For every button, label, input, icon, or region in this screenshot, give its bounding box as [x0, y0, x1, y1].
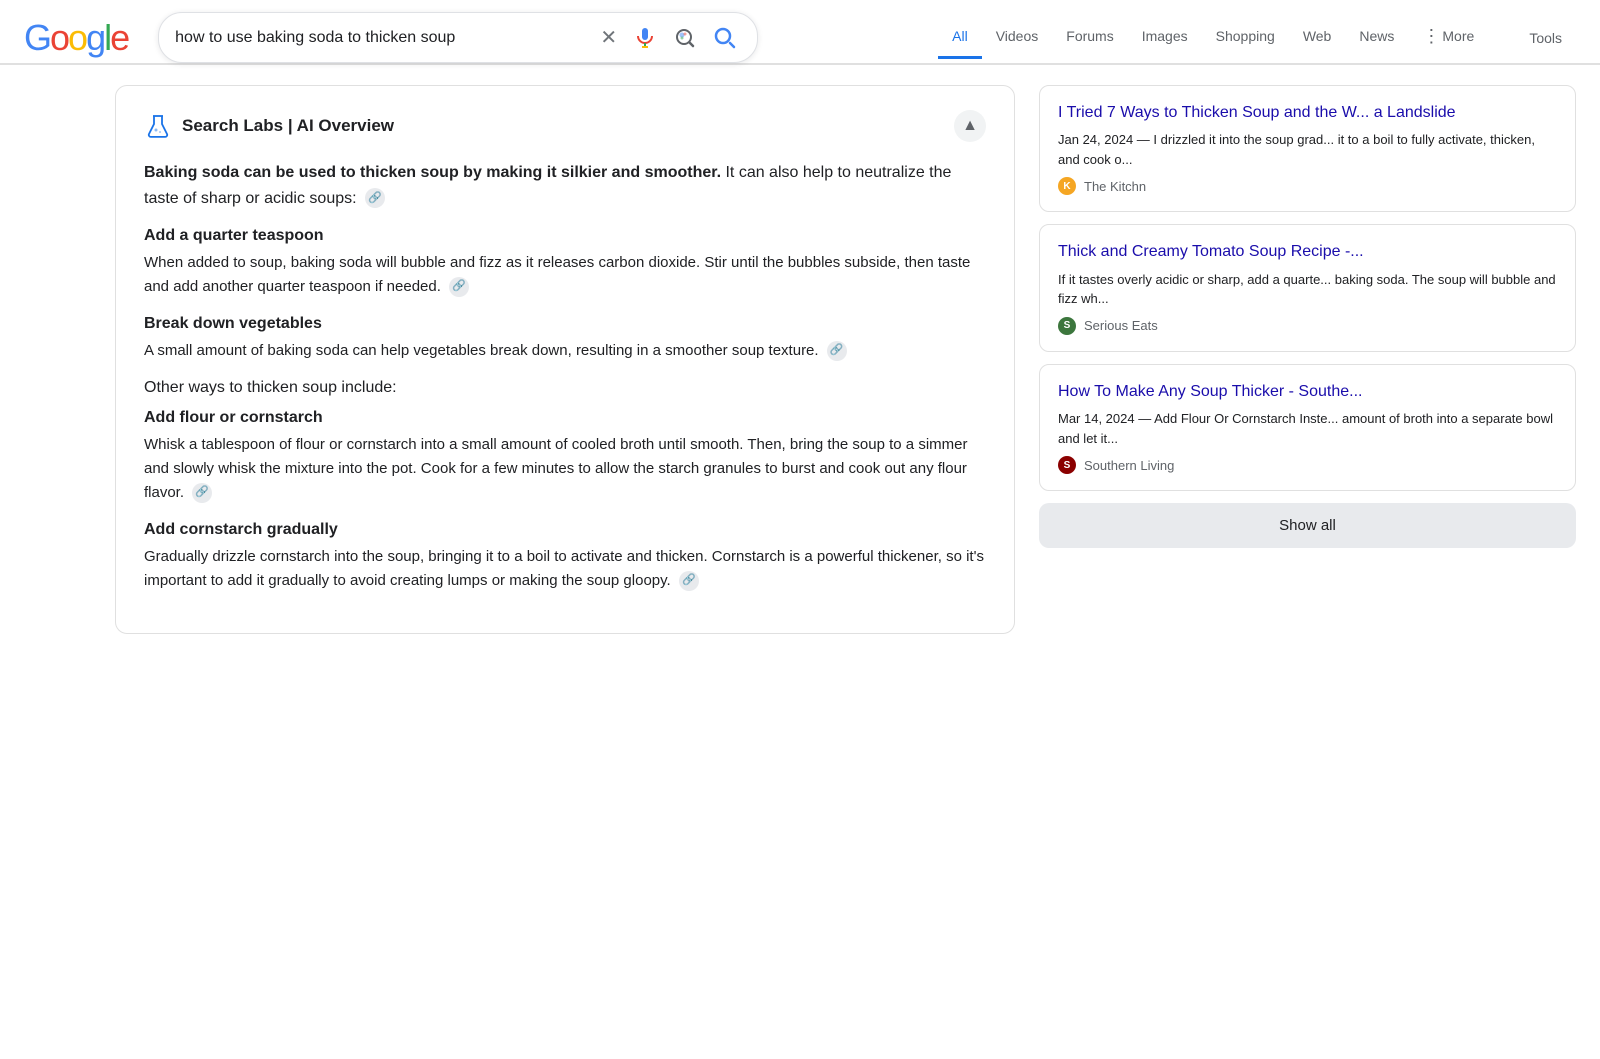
ai-section-cornstarch-gradual: Add cornstarch gradually Gradually drizz…	[144, 521, 986, 593]
section4-link-icon[interactable]: 🔗	[679, 571, 699, 591]
left-column: Search Labs | AI Overview ▲ Baking soda …	[115, 85, 1015, 654]
main-content: Search Labs | AI Overview ▲ Baking soda …	[0, 65, 1600, 674]
tab-more[interactable]: ⋮ More	[1408, 14, 1488, 62]
tab-images[interactable]: Images	[1128, 16, 1202, 59]
search-icon	[713, 26, 737, 50]
ai-overview-box: Search Labs | AI Overview ▲ Baking soda …	[115, 85, 1015, 634]
source-meta-kitchn: K The Kitchn	[1058, 177, 1557, 195]
source-title-kitchn: I Tried 7 Ways to Thicken Soup and the W…	[1058, 102, 1557, 124]
more-dots-icon: ⋮	[1422, 26, 1440, 47]
favicon-seriouseats: S	[1058, 317, 1076, 335]
section-body-quarter: When added to soup, baking soda will bub…	[144, 251, 986, 299]
clear-icon[interactable]: ✕	[596, 21, 621, 54]
tab-forums[interactable]: Forums	[1052, 16, 1127, 59]
section-title-cornstarch: Add cornstarch gradually	[144, 521, 986, 539]
logo-o2: o	[68, 17, 86, 59]
lens-icon	[673, 26, 697, 50]
section-body-flour: Whisk a tablespoon of flour or cornstarc…	[144, 433, 986, 505]
tools-button[interactable]: Tools	[1515, 18, 1576, 58]
microphone-icon	[633, 26, 657, 50]
logo-e: e	[110, 17, 128, 59]
ai-section-quarter-teaspoon: Add a quarter teaspoon When added to sou…	[144, 227, 986, 299]
ai-overview-header: Search Labs | AI Overview ▲	[144, 110, 986, 142]
ai-intro-text: Baking soda can be used to thicken soup …	[144, 160, 986, 211]
source-name-seriouseats: Serious Eats	[1084, 318, 1158, 333]
intro-link-icon[interactable]: 🔗	[365, 188, 385, 208]
source-card-seriouseats[interactable]: Thick and Creamy Tomato Soup Recipe -...…	[1039, 224, 1576, 351]
section2-link-icon[interactable]: 🔗	[827, 341, 847, 361]
tab-all[interactable]: All	[938, 16, 982, 59]
logo-g: G	[24, 17, 50, 59]
source-card-southernliving[interactable]: How To Make Any Soup Thicker - Southe...…	[1039, 364, 1576, 491]
favicon-kitchn: K	[1058, 177, 1076, 195]
other-ways-label: Other ways to thicken soup include:	[144, 379, 986, 397]
favicon-southernliving: S	[1058, 456, 1076, 474]
flask-icon	[144, 112, 172, 140]
ai-section-flour-cornstarch: Add flour or cornstarch Whisk a tablespo…	[144, 409, 986, 505]
ai-overview-title: Search Labs | AI Overview	[182, 116, 394, 136]
source-title-southernliving: How To Make Any Soup Thicker - Southe...	[1058, 381, 1557, 403]
section-title-vegetables: Break down vegetables	[144, 315, 986, 333]
tab-shopping[interactable]: Shopping	[1202, 16, 1289, 59]
nav-tabs: All Videos Forums Images Shopping Web Ne…	[938, 14, 1576, 62]
show-all-button[interactable]: Show all	[1039, 503, 1576, 548]
source-snippet-southernliving: Mar 14, 2024 — Add Flour Or Cornstarch I…	[1058, 409, 1557, 448]
ai-collapse-button[interactable]: ▲	[954, 110, 986, 142]
ai-section-break-vegetables: Break down vegetables A small amount of …	[144, 315, 986, 363]
source-meta-seriouseats: S Serious Eats	[1058, 317, 1557, 335]
section-title-flour: Add flour or cornstarch	[144, 409, 986, 427]
header: G o o g l e ✕	[0, 0, 1600, 64]
search-input[interactable]	[175, 29, 588, 47]
tab-videos[interactable]: Videos	[982, 16, 1053, 59]
section-body-cornstarch: Gradually drizzle cornstarch into the so…	[144, 545, 986, 593]
source-title-seriouseats: Thick and Creamy Tomato Soup Recipe -...	[1058, 241, 1557, 263]
source-name-southernliving: Southern Living	[1084, 458, 1174, 473]
section-body-vegetables: A small amount of baking soda can help v…	[144, 339, 986, 363]
search-box: ✕	[158, 12, 758, 63]
search-submit-button[interactable]	[709, 22, 741, 54]
google-logo: G o o g l e	[24, 17, 128, 59]
voice-search-button[interactable]	[629, 22, 661, 54]
section3-link-icon[interactable]: 🔗	[192, 483, 212, 503]
source-meta-southernliving: S Southern Living	[1058, 456, 1557, 474]
tab-web[interactable]: Web	[1289, 16, 1346, 59]
logo-g2: g	[86, 17, 104, 59]
source-card-kitchn[interactable]: I Tried 7 Ways to Thicken Soup and the W…	[1039, 85, 1576, 212]
source-snippet-seriouseats: If it tastes overly acidic or sharp, add…	[1058, 270, 1557, 309]
source-name-kitchn: The Kitchn	[1084, 179, 1146, 194]
section-title-quarter: Add a quarter teaspoon	[144, 227, 986, 245]
logo-o1: o	[50, 17, 68, 59]
section1-link-icon[interactable]: 🔗	[449, 277, 469, 297]
source-snippet-kitchn: Jan 24, 2024 — I drizzled it into the so…	[1058, 130, 1557, 169]
tab-news[interactable]: News	[1345, 16, 1408, 59]
lens-search-button[interactable]	[669, 22, 701, 54]
right-column: I Tried 7 Ways to Thicken Soup and the W…	[1039, 85, 1576, 654]
